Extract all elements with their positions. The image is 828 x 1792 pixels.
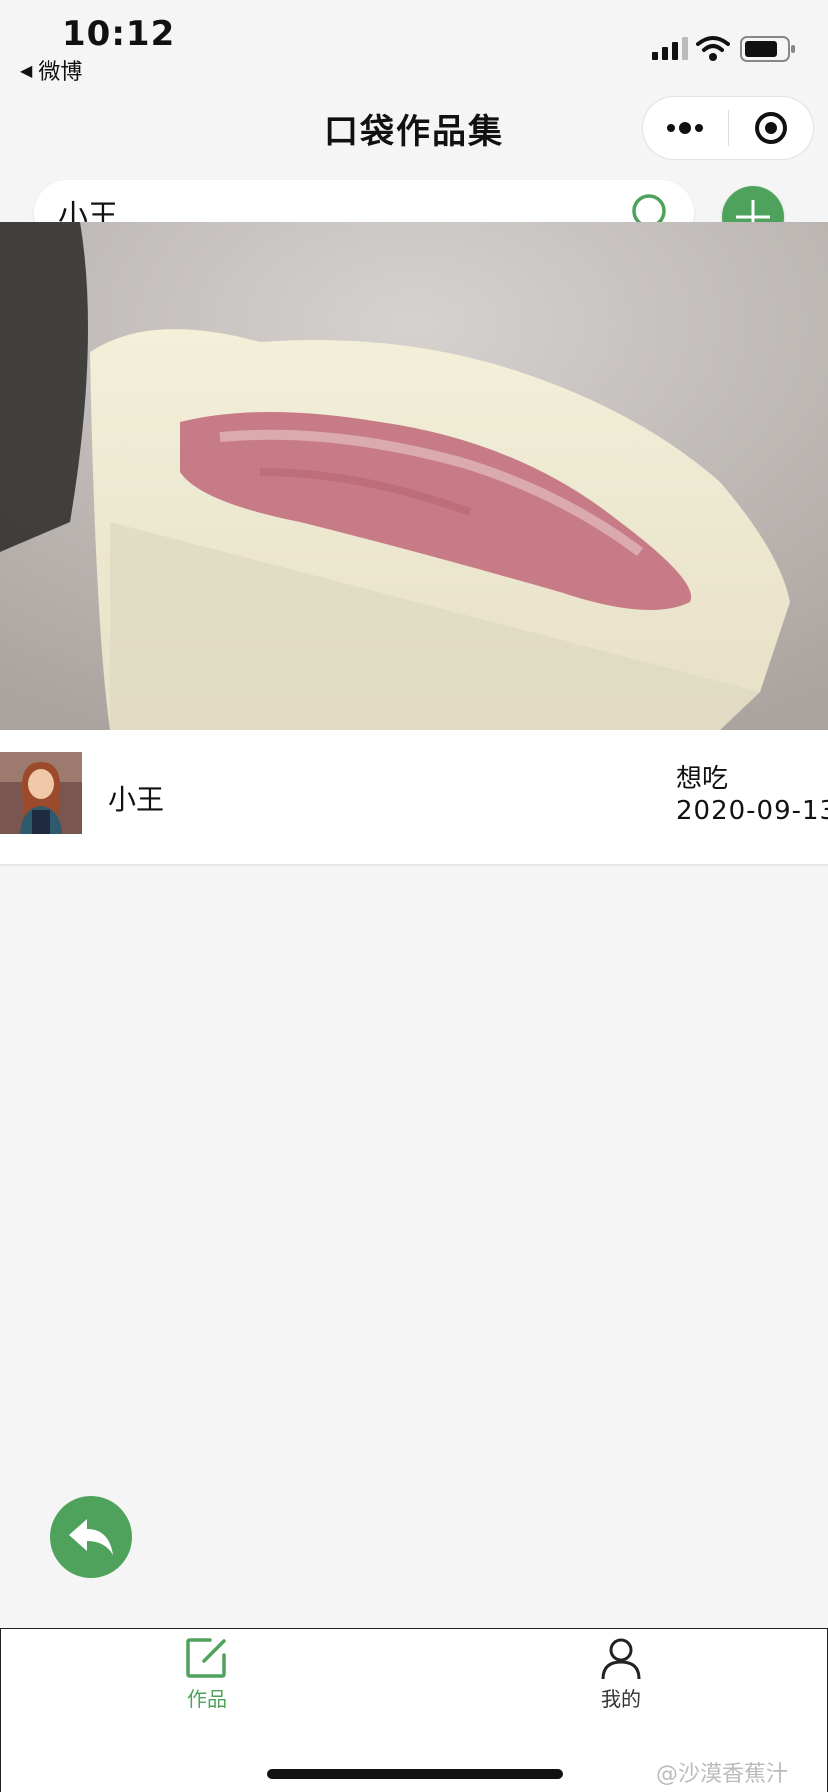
reply-arrow-icon [69,1519,113,1555]
home-indicator[interactable] [267,1769,563,1779]
edit-icon [186,1638,226,1678]
post-image[interactable] [0,222,828,730]
watermark: @沙漠香蕉汁 [656,1762,789,1787]
user-icon [601,1638,641,1680]
status-bar: 10:12 ◀ 微博 [0,0,828,90]
tab-works[interactable]: 作品 [137,1635,277,1712]
cellular-signal-icon [652,37,688,60]
mini-program-capsule [642,96,814,160]
wifi-icon [696,36,730,61]
author-name: 小王 [108,783,165,816]
more-dots-icon [667,122,704,134]
back-to-app-link[interactable]: ◀ 微博 [20,54,82,86]
target-circle-icon [754,112,787,144]
post-date: 2020-09-13 [676,796,828,826]
back-app-label: 微博 [38,60,83,85]
ice-cream-photo [0,222,828,730]
avatar[interactable] [0,752,82,834]
more-menu-button[interactable] [643,96,728,160]
battery-icon [740,36,795,62]
tab-mine-label: 我的 [601,1687,641,1711]
close-mini-program-button[interactable] [729,96,814,160]
app-screen: 10:12 ◀ 微博 口袋作品集 小王 小王 想吃 2020-09-13 作品 … [0,0,828,1792]
avatar-image [0,752,82,834]
status-time: 10:12 [62,14,176,54]
back-triangle-icon: ◀ [20,60,33,80]
tab-works-label: 作品 [187,1687,227,1711]
post-caption: 想吃 [676,764,729,794]
post-list-item[interactable]: 小王 想吃 2020-09-13 [0,730,828,866]
back-button[interactable] [50,1496,132,1578]
tab-mine[interactable]: 我的 [551,1635,691,1712]
